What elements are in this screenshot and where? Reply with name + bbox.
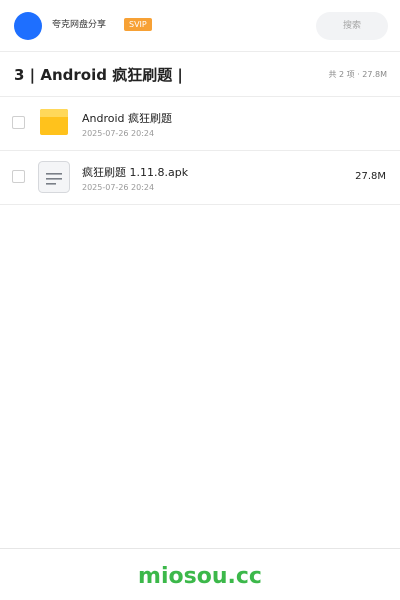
share-page: 夸克网盘分享 SVIP 3 | Android 疯狂刷题 | 共 2 项 · 2… [0,0,400,600]
footer-bar: miosou.cc [0,548,400,600]
file-date: 2025-07-26 20:24 [82,183,155,192]
select-checkbox[interactable] [12,116,25,129]
file-date: 2025-07-26 20:24 [82,129,155,138]
file-name[interactable]: Android 疯狂刷题 [82,112,172,126]
folder-icon [40,109,68,135]
header-bar: 夸克网盘分享 SVIP [0,0,400,52]
file-list-item[interactable]: 疯狂刷题 1.11.8.apk 2025-07-26 20:24 27.8M [0,151,400,205]
user-name: 夸克网盘分享 [52,20,107,30]
search-input[interactable] [316,12,388,40]
file-name[interactable]: 疯狂刷题 1.11.8.apk [82,166,188,180]
vip-badge: SVIP [124,18,152,31]
folder-summary: 共 2 项 · 27.8M [328,70,387,79]
file-size: 27.8M [355,171,386,182]
file-list-item[interactable]: Android 疯狂刷题 2025-07-26 20:24 [0,97,400,151]
footer-brand[interactable]: miosou.cc [0,563,400,591]
folder-title-bar: 3 | Android 疯狂刷题 | 共 2 项 · 27.8M [0,52,400,97]
avatar[interactable] [14,12,42,40]
select-checkbox[interactable] [12,170,25,183]
apk-file-icon [38,161,70,193]
page-title: 3 | Android 疯狂刷题 | [14,66,183,84]
